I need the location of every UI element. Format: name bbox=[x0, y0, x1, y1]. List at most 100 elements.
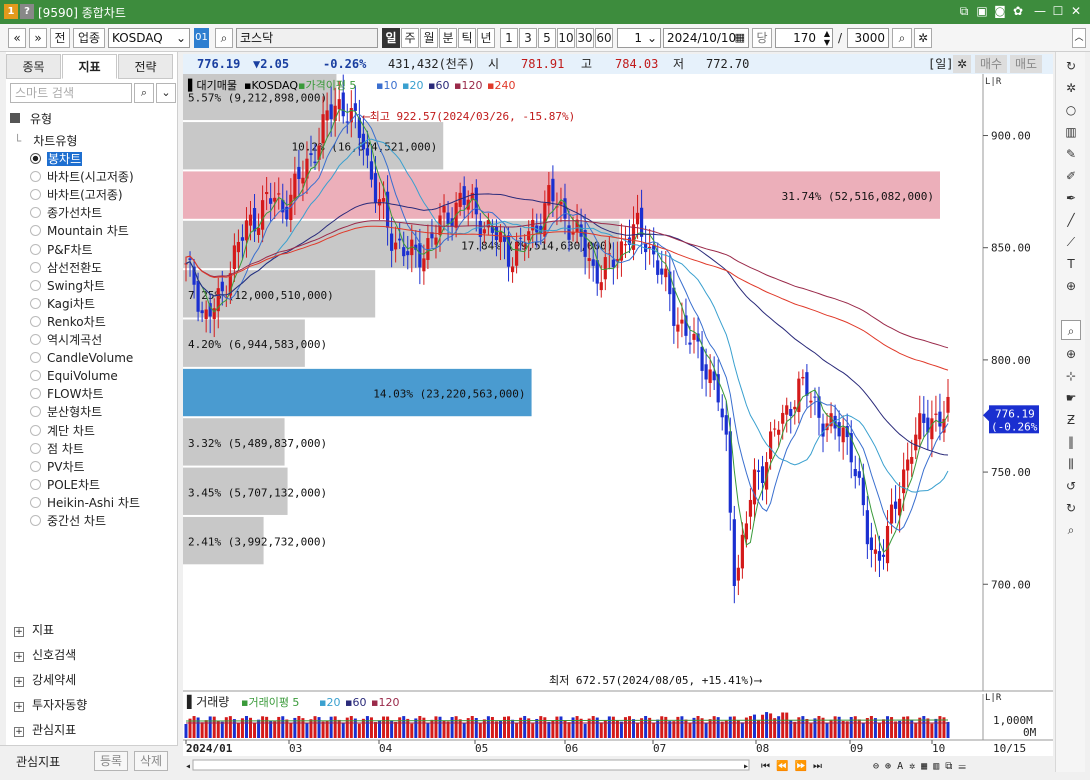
settings-icon[interactable]: ✲ bbox=[914, 28, 932, 48]
chart-type-item[interactable]: 삼선전환도 bbox=[30, 259, 102, 277]
chart-type-item[interactable]: 바차트(시고저종) bbox=[30, 168, 134, 186]
chart-type-item[interactable]: Mountain 차트 bbox=[30, 222, 129, 240]
market-select[interactable]: KOSDAQ ⌄ bbox=[108, 28, 190, 48]
chart-type-item[interactable]: Heikin-Ashi 차트 bbox=[30, 494, 140, 512]
bottom-item-favorites[interactable]: + 관심지표 bbox=[14, 721, 76, 739]
period-month[interactable]: 월 bbox=[420, 28, 438, 48]
index-name-field[interactable]: 코스닥 bbox=[236, 28, 378, 48]
window-mode-icon[interactable]: ▣ bbox=[974, 3, 990, 19]
radio-icon[interactable] bbox=[30, 334, 41, 345]
radio-icon[interactable] bbox=[30, 261, 41, 273]
tab-strategies[interactable]: 전략 bbox=[118, 54, 173, 79]
total-field[interactable]: 3000 bbox=[847, 28, 889, 48]
radio-icon[interactable] bbox=[30, 225, 41, 237]
tab-stocks[interactable]: 종목 bbox=[6, 54, 61, 79]
crosshair-icon[interactable]: ⊹ bbox=[1061, 366, 1081, 386]
all-icon[interactable]: ⊕ bbox=[1061, 276, 1081, 296]
chart-type-item[interactable]: 역시계곡선 bbox=[30, 331, 102, 349]
chart-type-item[interactable]: 계단 차트 bbox=[30, 422, 95, 440]
period-week[interactable]: 주 bbox=[401, 28, 419, 48]
chart-area[interactable]: L|R 700.00 750.00 800.00 850.00 900.00 5.57% (… bbox=[183, 74, 1053, 774]
undo-icon[interactable]: ↺ bbox=[1061, 476, 1081, 496]
search-icon[interactable]: ⌕ bbox=[134, 83, 154, 103]
circle-icon[interactable]: ○ bbox=[1061, 100, 1081, 120]
zigzag-icon[interactable]: Ƶ bbox=[1061, 410, 1081, 430]
expand-icon[interactable]: ⌄ bbox=[156, 83, 176, 103]
settings-icon[interactable]: ✲ bbox=[953, 55, 971, 73]
radio-icon[interactable] bbox=[30, 171, 41, 183]
period-year[interactable]: 년 bbox=[477, 28, 495, 48]
code-tag[interactable]: 01 bbox=[194, 28, 209, 48]
radio-icon[interactable] bbox=[30, 515, 41, 526]
chart-type-item[interactable]: Swing차트 bbox=[30, 277, 105, 295]
bottom-item-signal-search[interactable]: + 신호검색 bbox=[14, 646, 76, 664]
period-minute[interactable]: 분 bbox=[439, 28, 457, 48]
maximize-button[interactable]: ☐ bbox=[1050, 3, 1066, 19]
radio-icon[interactable] bbox=[30, 442, 41, 454]
chart-type-item[interactable]: EquiVolume bbox=[30, 367, 118, 385]
interval-10[interactable]: 10 bbox=[557, 28, 575, 48]
chart-type-item[interactable]: 분산형차트 bbox=[30, 403, 102, 421]
zoom-in-icon[interactable]: ⊕ bbox=[1061, 344, 1081, 364]
settings-icon[interactable]: ✿ bbox=[1010, 3, 1026, 19]
bottom-item-investor-trend[interactable]: + 투자자동향 bbox=[14, 696, 87, 714]
brush-icon[interactable]: ✐ bbox=[1061, 166, 1081, 186]
radio-icon[interactable] bbox=[30, 352, 41, 364]
chart-type-item[interactable]: Kagi차트 bbox=[30, 295, 95, 313]
radio-icon[interactable] bbox=[30, 478, 41, 490]
capture-icon[interactable]: ◙ bbox=[992, 3, 1008, 19]
close-button[interactable]: ✕ bbox=[1068, 3, 1084, 19]
search-icon[interactable]: ⌕ bbox=[215, 28, 233, 48]
radio-icon[interactable] bbox=[30, 370, 41, 382]
bar-chart-icon[interactable]: ▥ bbox=[1061, 122, 1081, 142]
tab-indicators[interactable]: 지표 bbox=[62, 54, 117, 79]
interval-60[interactable]: 60 bbox=[595, 28, 613, 48]
radio-icon[interactable] bbox=[30, 207, 41, 219]
chart-type-item[interactable]: FLOW차트 bbox=[30, 385, 104, 403]
radio-icon[interactable] bbox=[30, 406, 41, 418]
columns-icon[interactable]: ⫼ bbox=[1061, 454, 1081, 474]
delete-button[interactable]: 삭제 bbox=[134, 751, 168, 771]
zoom-search-icon[interactable]: ⌕ bbox=[892, 28, 912, 48]
search-input[interactable]: 스마트 검색 bbox=[10, 83, 132, 103]
group-chart-type[interactable]: └ 차트유형 bbox=[14, 132, 77, 150]
search-icon[interactable]: ⌕ bbox=[1061, 520, 1081, 540]
count-field[interactable]: 170 ▲ ▼ bbox=[775, 28, 833, 48]
radio-icon[interactable] bbox=[30, 460, 41, 472]
interval-5[interactable]: 5 bbox=[538, 28, 556, 48]
column-icon[interactable]: ‖ bbox=[1061, 432, 1081, 452]
redo-icon[interactable]: ↻ bbox=[1061, 498, 1081, 518]
radio-icon[interactable] bbox=[30, 153, 41, 164]
zoom-icon[interactable]: ⌕ bbox=[1061, 320, 1081, 340]
chart-type-item[interactable]: 봉차트 bbox=[30, 150, 83, 168]
date-field[interactable]: 2024/10/10 ▦ bbox=[663, 28, 749, 48]
text-icon[interactable]: T bbox=[1061, 254, 1081, 274]
interval-input[interactable]: 1 ⌄ bbox=[617, 28, 661, 48]
help-icon[interactable]: ? bbox=[20, 4, 34, 19]
pencil-icon[interactable]: ✎ bbox=[1061, 144, 1081, 164]
chart-type-item[interactable]: POLE차트 bbox=[30, 476, 100, 494]
sell-button[interactable]: 매도 bbox=[1010, 55, 1042, 73]
nav-down-button[interactable]: » bbox=[29, 28, 47, 48]
radio-icon[interactable] bbox=[30, 243, 41, 255]
gear-icon[interactable]: ✲ bbox=[1061, 78, 1081, 98]
auto-line-icon[interactable]: ⟋ bbox=[1061, 232, 1081, 252]
sector-button[interactable]: 업종 bbox=[73, 28, 105, 48]
chart-type-item[interactable]: 중간선 차트 bbox=[30, 512, 106, 530]
radio-icon[interactable] bbox=[30, 424, 41, 436]
interval-30[interactable]: 30 bbox=[576, 28, 594, 48]
chart-type-item[interactable]: 종가선차트 bbox=[30, 204, 102, 222]
pen-icon[interactable]: ✒ bbox=[1061, 188, 1081, 208]
refresh-icon[interactable]: ↻ bbox=[1061, 56, 1081, 76]
nav-back-button[interactable]: « bbox=[8, 28, 26, 48]
price-chart[interactable]: L|R 700.00 750.00 800.00 850.00 900.00 5.57% (… bbox=[183, 74, 1053, 774]
interval-1[interactable]: 1 bbox=[500, 28, 518, 48]
radio-icon[interactable] bbox=[30, 496, 41, 508]
period-tick[interactable]: 틱 bbox=[458, 28, 476, 48]
chart-type-item[interactable]: Renko차트 bbox=[30, 313, 106, 331]
chart-type-item[interactable]: P&F차트 bbox=[30, 241, 93, 259]
link-icon[interactable]: ⧉ bbox=[956, 3, 972, 19]
radio-icon[interactable] bbox=[30, 388, 41, 400]
chart-type-item[interactable]: 바차트(고저종) bbox=[30, 186, 123, 204]
minimize-button[interactable]: — bbox=[1032, 3, 1048, 19]
